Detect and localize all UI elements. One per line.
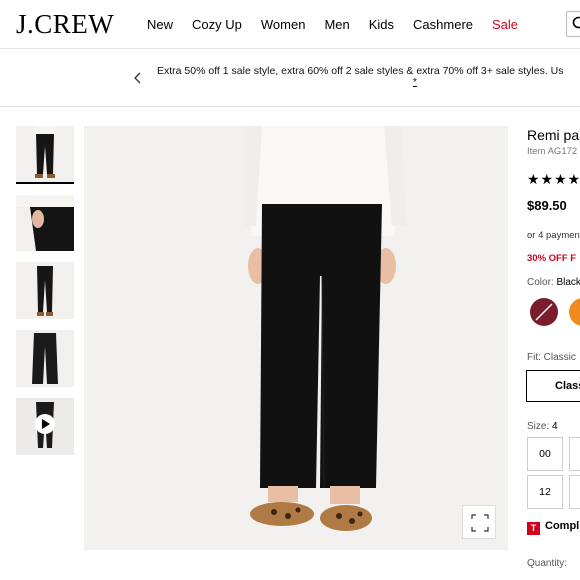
size-00-button[interactable]: 00 xyxy=(527,437,563,471)
expand-image-button[interactable] xyxy=(462,505,496,539)
promo-details-link[interactable]: * xyxy=(413,77,417,88)
thumbnail-2[interactable] xyxy=(16,195,74,251)
search-button[interactable] xyxy=(566,11,580,37)
installments-text: or 4 paymen xyxy=(527,230,580,241)
size-option-button[interactable] xyxy=(569,475,580,509)
fit-classic-button[interactable]: Class xyxy=(526,370,580,402)
nav-women[interactable]: Women xyxy=(261,17,306,32)
fit-value: Classic xyxy=(543,352,576,363)
size-label: Size: 4 xyxy=(527,421,558,432)
nav-men[interactable]: Men xyxy=(324,17,349,32)
nav-cozy-up[interactable]: Cozy Up xyxy=(192,17,242,32)
quantity-label: Quantity: xyxy=(527,558,568,569)
thumbnail-video[interactable] xyxy=(16,398,74,455)
size-value: 4 xyxy=(552,421,558,432)
item-number: Item AG172 xyxy=(527,146,578,157)
site-header: J.CREW New Cozy Up Women Men Kids Cashme… xyxy=(0,0,580,49)
nav-cashmere[interactable]: Cashmere xyxy=(413,17,473,32)
product-price: $89.50 xyxy=(527,198,567,213)
color-value: Black xyxy=(556,277,580,288)
expand-icon xyxy=(471,514,489,532)
thumbnail-3[interactable] xyxy=(16,262,74,319)
swatch-orange[interactable] xyxy=(569,298,580,326)
nav-sale[interactable]: Sale xyxy=(492,17,518,32)
main-nav: New Cozy Up Women Men Kids Cashmere Sale xyxy=(147,17,537,32)
search-icon xyxy=(572,16,580,29)
size-option-button[interactable] xyxy=(569,437,580,471)
product-title: Remi par xyxy=(527,127,580,143)
color-label: Color: Black xyxy=(527,277,580,288)
brand-logo[interactable]: J.CREW xyxy=(16,9,114,40)
complete-the-look[interactable]: T Compl xyxy=(527,520,579,535)
chevron-left-icon[interactable] xyxy=(131,70,145,86)
product-image[interactable] xyxy=(84,126,508,550)
promo-banner: Extra 50% off 1 sale style, extra 60% of… xyxy=(0,50,580,107)
product-promo: 30% OFF F xyxy=(527,253,577,264)
size-12-button[interactable]: 12 xyxy=(527,475,563,509)
swatch-burgundy[interactable] xyxy=(530,298,558,326)
nav-new[interactable]: New xyxy=(147,17,173,32)
thumbnail-1[interactable] xyxy=(16,126,74,184)
fit-label: Fit: Classic xyxy=(527,352,576,363)
nav-kids[interactable]: Kids xyxy=(369,17,394,32)
rating-stars[interactable]: ★★★★ xyxy=(527,171,580,188)
promo-text: Extra 50% off 1 sale style, extra 60% of… xyxy=(157,65,564,77)
t-badge-icon: T xyxy=(527,522,540,535)
thumbnail-4[interactable] xyxy=(16,330,74,387)
